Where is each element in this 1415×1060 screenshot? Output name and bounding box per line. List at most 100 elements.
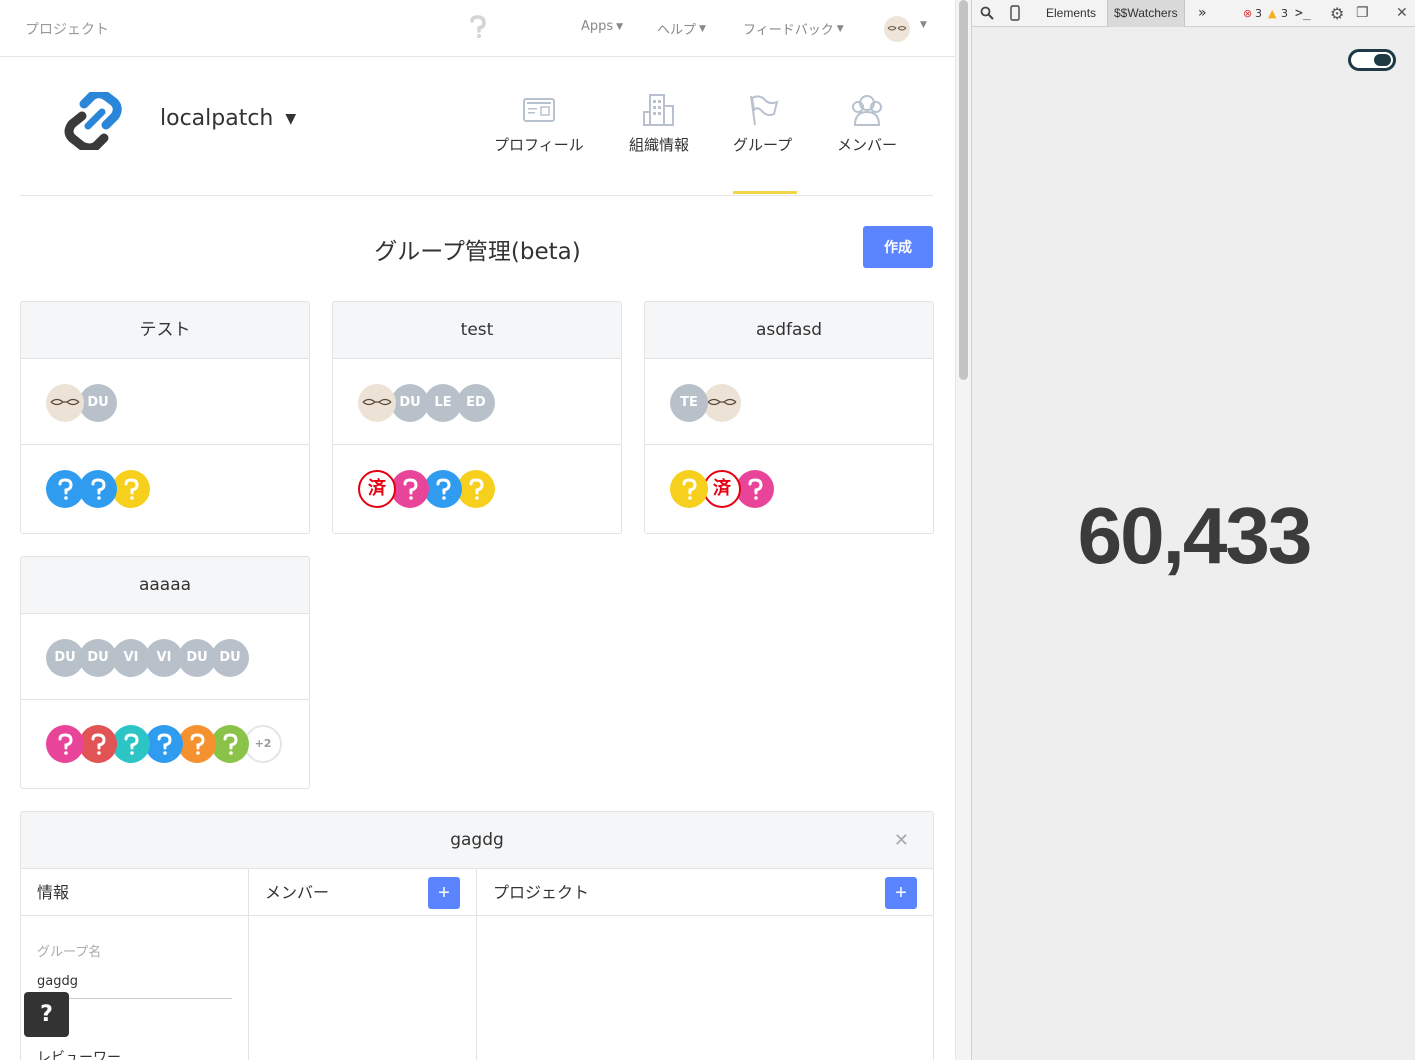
project-logo-icon [682, 478, 697, 500]
page-scrollbar[interactable] [955, 0, 971, 1060]
error-icon[interactable]: ⊗ [1243, 0, 1252, 27]
members-icon [852, 95, 882, 126]
active-tab-indicator [733, 191, 797, 194]
project-logo-icon [58, 478, 73, 500]
close-devtools-icon[interactable]: ✕ [1396, 0, 1408, 27]
glasses-avatar-icon [50, 398, 80, 406]
project-icon [670, 470, 708, 508]
projects-column-header: プロジェクト + [477, 869, 933, 916]
project-done-stamp-icon: 済 [703, 470, 741, 508]
tab-members-label: メンバー [837, 136, 898, 154]
group-card[interactable]: aaaaa DU DU VI VI DU DU +2 [20, 556, 310, 789]
page-title: グループ管理(beta) [374, 239, 581, 265]
project-logo-icon [157, 733, 172, 755]
tab-members[interactable]: メンバー [837, 92, 897, 155]
warning-count[interactable]: 3 [1281, 0, 1288, 27]
project-logo-icon [58, 733, 73, 755]
group-detail-header: gagdg ✕ [21, 812, 933, 869]
dock-icon[interactable]: ❐ [1356, 0, 1369, 27]
member-avatar: DU [79, 639, 117, 677]
project-logo-icon [91, 478, 106, 500]
group-members-row: DU [21, 359, 309, 445]
project-logo-icon [436, 478, 451, 500]
projects-column-title: プロジェクト [493, 883, 590, 902]
project-logo-icon [748, 478, 763, 500]
project-icon [145, 725, 183, 763]
tab-org-info[interactable]: 組織情報 [629, 92, 689, 155]
member-avatar: DU [79, 384, 117, 422]
add-project-button[interactable]: + [885, 877, 917, 909]
glasses-avatar-icon [887, 26, 907, 31]
profile-card-icon [522, 98, 555, 122]
reviewer-label: レビューワー [37, 1050, 121, 1060]
members-column-title: メンバー [265, 883, 330, 902]
error-count[interactable]: 3 [1255, 0, 1262, 27]
group-members-row: DU DU VI VI DU DU [21, 614, 309, 700]
close-icon[interactable]: ✕ [894, 812, 909, 869]
project-icon [391, 470, 429, 508]
project-logo-icon [124, 478, 139, 500]
breadcrumb-project[interactable]: プロジェクト [25, 19, 109, 39]
feedback-menu[interactable]: フィードバック ▼ [743, 19, 844, 38]
members-column-header: メンバー + [249, 869, 476, 916]
project-logo-icon [91, 733, 106, 755]
help-menu[interactable]: ヘルプ ▼ [657, 19, 706, 38]
help-button[interactable]: ? [24, 992, 69, 1037]
apps-menu[interactable]: Apps ▼ [581, 19, 623, 34]
localpatch-logo-icon [64, 92, 122, 150]
gear-icon[interactable]: ⚙ [1330, 0, 1344, 27]
tab-group-label: グループ [733, 136, 793, 154]
search-icon[interactable] [980, 6, 994, 20]
project-icon [424, 470, 462, 508]
create-group-button[interactable]: 作成 [863, 226, 933, 268]
member-avatar-photo [46, 384, 84, 422]
group-projects-row [21, 445, 309, 533]
group-members-row: TE [645, 359, 933, 445]
org-switcher[interactable]: localpatch ▼ [160, 106, 296, 131]
glasses-avatar-icon [707, 398, 737, 406]
project-icon [79, 470, 117, 508]
chevron-down-icon: ▼ [699, 23, 706, 34]
scrollbar-thumb[interactable] [959, 0, 968, 380]
tab-org-info-label: 組織情報 [629, 136, 690, 154]
member-avatar: ED [457, 384, 495, 422]
devtools-panel: Elements $$Watchers » ⊗ 3 ▲ 3 >_ ⚙ ❐ ✕ 6… [971, 0, 1415, 1060]
group-card[interactable]: テスト DU [20, 301, 310, 534]
tab-group[interactable]: グループ [733, 92, 792, 155]
group-card-title: テスト [21, 302, 309, 359]
tab-elements[interactable]: Elements [1046, 0, 1096, 27]
org-name: localpatch [160, 106, 274, 131]
add-member-button[interactable]: + [428, 877, 460, 909]
member-avatar: LE [424, 384, 462, 422]
user-avatar[interactable] [884, 16, 910, 42]
member-avatar: DU [178, 639, 216, 677]
group-card-title: asdfasd [645, 302, 933, 359]
tab-profile-label: プロフィール [494, 136, 584, 154]
member-avatar-photo [358, 384, 396, 422]
project-icon [46, 725, 84, 763]
app-logo-icon[interactable] [469, 15, 487, 39]
group-card[interactable]: asdfasd TE 済 [644, 301, 934, 534]
members-column: メンバー + [249, 869, 477, 1060]
project-icon [112, 725, 150, 763]
console-icon[interactable]: >_ [1295, 0, 1311, 27]
group-card-title: test [333, 302, 621, 359]
tab-profile[interactable]: プロフィール [494, 92, 584, 155]
project-icon [79, 725, 117, 763]
member-avatar: VI [112, 639, 150, 677]
group-projects-row: +2 [21, 700, 309, 788]
more-tabs-icon[interactable]: » [1198, 0, 1207, 27]
member-avatar: DU [46, 639, 84, 677]
warning-icon[interactable]: ▲ [1268, 0, 1276, 27]
group-card[interactable]: test DU LE ED 済 [332, 301, 622, 534]
project-icon [112, 470, 150, 508]
devtools-toolbar: Elements $$Watchers » ⊗ 3 ▲ 3 >_ ⚙ ❐ ✕ [972, 0, 1415, 27]
device-mode-icon[interactable] [1010, 5, 1020, 21]
group-projects-row: 済 [333, 445, 621, 533]
tab-watchers[interactable]: $$Watchers [1107, 0, 1185, 27]
project-icon [46, 470, 84, 508]
member-avatar: TE [670, 384, 708, 422]
user-menu-chevron-icon[interactable]: ▼ [920, 20, 927, 30]
watcher-toggle[interactable] [1348, 49, 1396, 71]
project-logo-icon [223, 733, 238, 755]
